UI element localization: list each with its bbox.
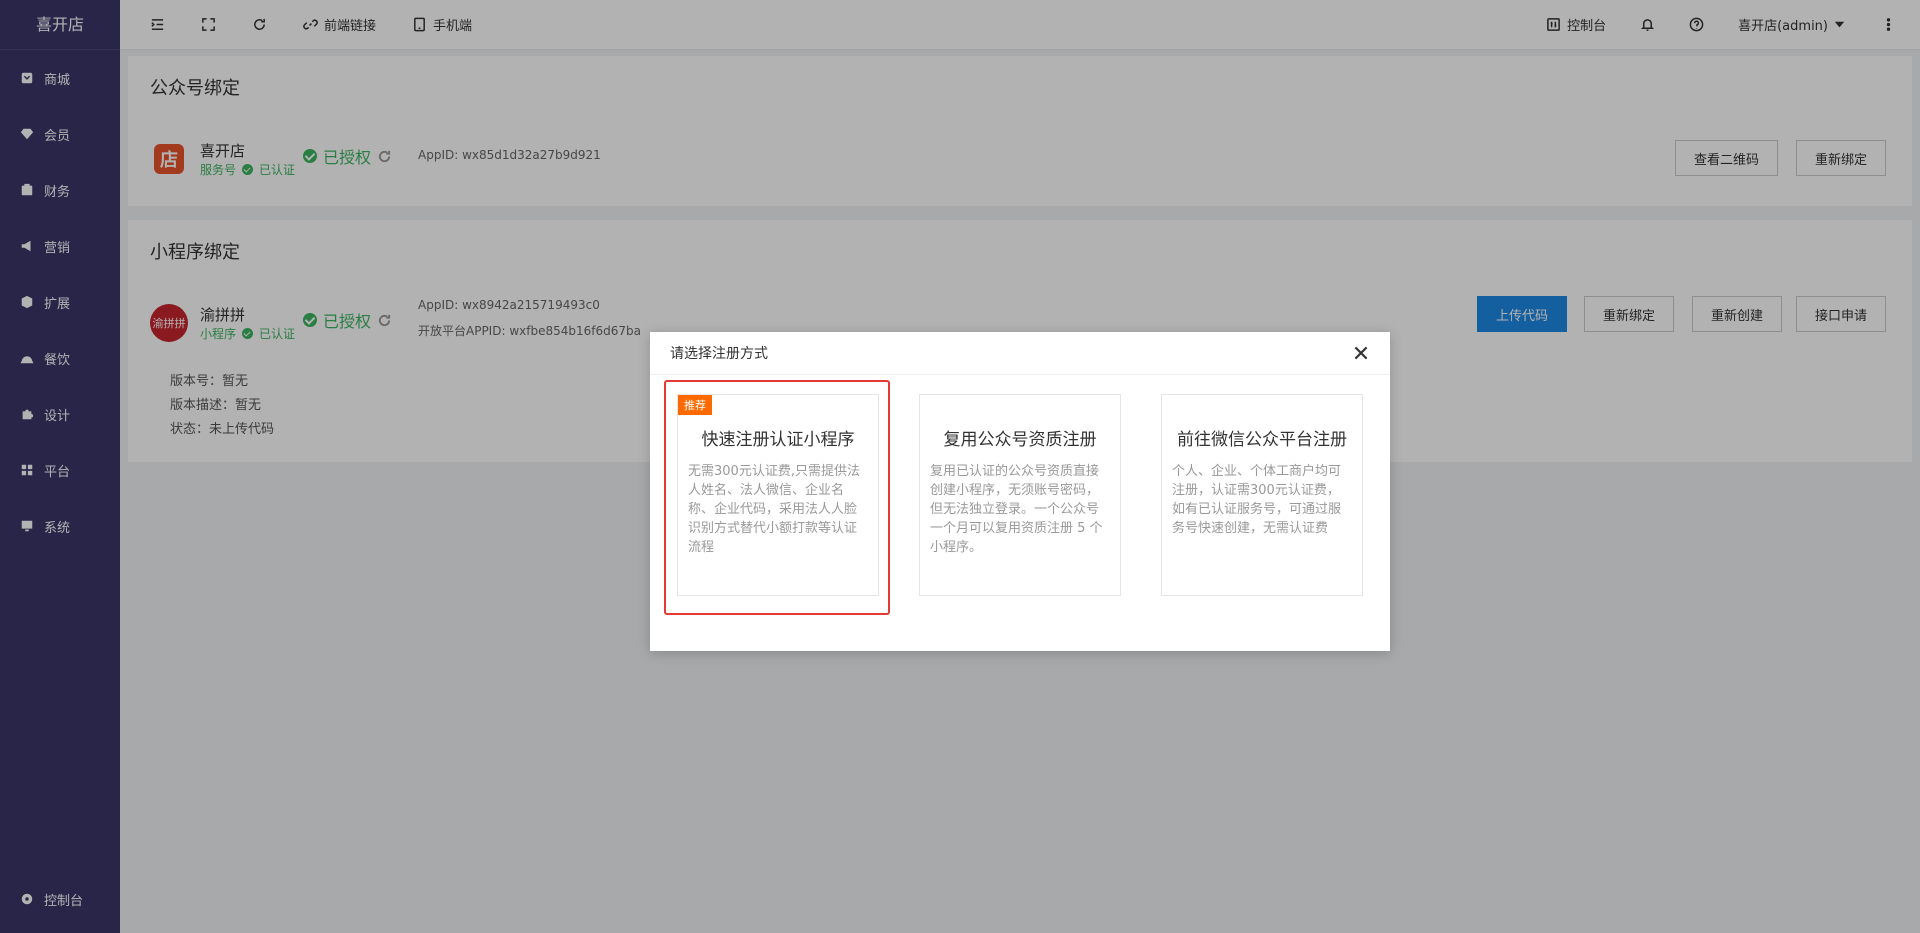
option-description: 无需300元认证费,只需提供法人姓名、法人微信、企业名称、企业代码，采用法人人脸… [688, 464, 860, 555]
option-description: 个人、企业、个体工商户均可注册，认证需300元认证费，如有已认证服务号，可通过服… [1172, 464, 1342, 536]
register-method-dialog: 请选择注册方式 推荐 快速注册认证小程序 无需300元认证费,只需提供法人姓名、… [650, 332, 1390, 651]
close-button[interactable] [1352, 344, 1370, 362]
dialog-title: 请选择注册方式 [670, 346, 768, 362]
option-description: 复用已认证的公众号资质直接创建小程序，无须账号密码，但无法独立登录。一个公众号一… [930, 464, 1103, 555]
close-icon [1354, 346, 1368, 360]
option-reuse-qualification[interactable]: 复用公众号资质注册 复用已认证的公众号资质直接创建小程序，无须账号密码，但无法独… [919, 394, 1121, 596]
option-title: 复用公众号资质注册 [943, 430, 1097, 450]
recommend-badge: 推荐 [678, 395, 712, 415]
option-quick-register[interactable]: 推荐 快速注册认证小程序 无需300元认证费,只需提供法人姓名、法人微信、企业名… [677, 394, 879, 596]
option-wechat-platform[interactable]: 前往微信公众平台注册 个人、企业、个体工商户均可注册，认证需300元认证费，如有… [1161, 394, 1363, 596]
option-title: 快速注册认证小程序 [701, 430, 855, 450]
option-title: 前往微信公众平台注册 [1177, 430, 1347, 450]
